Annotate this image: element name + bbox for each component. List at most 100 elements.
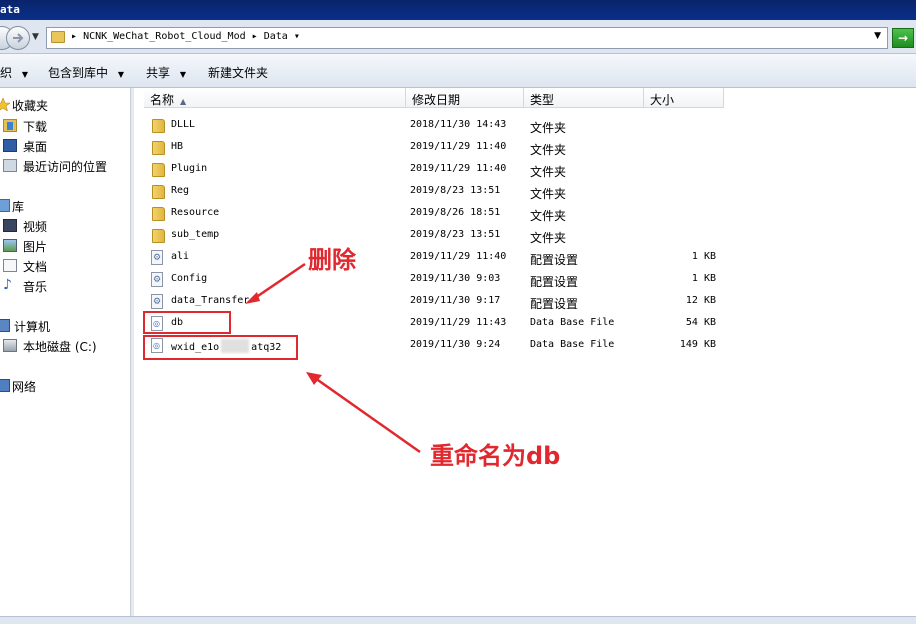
highlight-box-db (143, 311, 231, 334)
file-type: 文件夹 (530, 209, 567, 223)
file-type: 文件夹 (530, 231, 567, 245)
status-bar (0, 616, 916, 624)
new-folder-button[interactable]: 新建文件夹 (208, 64, 268, 81)
file-type: 配置设置 (530, 253, 579, 267)
video-icon (3, 219, 17, 232)
file-row[interactable]: db2019/11/29 11:43Data Base File54 KB (134, 313, 916, 335)
forward-arrow-icon (13, 33, 24, 43)
folder-icon (152, 141, 165, 155)
organize-menu[interactable]: 织 ▼ (0, 64, 28, 81)
file-modified: 2018/11/30 14:43 (410, 119, 507, 130)
file-modified: 2019/11/30 9:17 (410, 295, 501, 306)
window-titlebar: ata (0, 0, 916, 20)
file-modified: 2019/11/30 9:03 (410, 273, 501, 284)
column-header-name[interactable]: 名称 ▲ (144, 88, 406, 108)
file-modified: 2019/8/26 18:51 (410, 207, 501, 218)
column-header-type[interactable]: 类型 (524, 88, 644, 108)
address-field[interactable]: ▸ NCNK_WeChat_Robot_Cloud_Mod ▸ Data ▾ ▼ (46, 27, 888, 49)
file-size: 1 KB (691, 273, 716, 284)
file-size: 54 KB (685, 317, 716, 328)
sidebar-item-label: 文档 (23, 260, 48, 274)
address-bar: ▼ ▸ NCNK_WeChat_Robot_Cloud_Mod ▸ Data ▾… (0, 20, 916, 54)
file-row[interactable]: HB 2019/11/29 11:40 文件夹 (134, 137, 916, 159)
config-file-icon (151, 272, 163, 287)
file-modified: 2019/8/23 13:51 (410, 185, 501, 196)
file-row[interactable]: data_Transfer 2019/11/30 9:17 配置设置 12 KB (134, 291, 916, 313)
file-type: 文件夹 (530, 143, 567, 157)
sort-ascending-icon: ▲ (180, 97, 187, 106)
column-type-label: 类型 (530, 93, 555, 107)
music-icon: ♪ (3, 277, 12, 293)
file-name: Plugin (171, 163, 208, 174)
sidebar-item-label: 桌面 (23, 140, 48, 154)
breadcrumb[interactable]: ▸ NCNK_WeChat_Robot_Cloud_Mod ▸ Data ▾ (71, 31, 300, 42)
go-button[interactable]: → (892, 28, 914, 48)
annotation-rename: 重命名为db (430, 442, 561, 470)
file-type: 文件夹 (530, 121, 567, 135)
chevron-down-icon: ▼ (179, 70, 186, 79)
file-type: 文件夹 (530, 165, 567, 179)
file-row[interactable]: Resource 2019/8/26 18:51 文件夹 (134, 203, 916, 225)
file-row[interactable]: Reg 2019/8/23 13:51 文件夹 (134, 181, 916, 203)
file-name: Reg (171, 185, 190, 196)
include-library-label: 包含到库中 (48, 66, 109, 80)
breadcrumb-leaf-arrow[interactable]: ▾ (294, 31, 300, 42)
folder-icon (152, 163, 165, 177)
folder-icon (152, 119, 165, 133)
sidebar-item-label: 收藏夹 (12, 99, 49, 113)
sidebar-item-label: 本地磁盘 (C:) (23, 340, 97, 354)
column-modified-label: 修改日期 (412, 93, 461, 107)
sidebar-item-label: 计算机 (14, 320, 51, 334)
download-icon (3, 119, 17, 132)
file-row[interactable]: DLLL 2018/11/30 14:43 文件夹 (134, 115, 916, 137)
sidebar-item-label: 图片 (23, 240, 48, 254)
file-modified: 2019/11/29 11:40 (410, 251, 507, 262)
file-size: 149 KB (679, 339, 716, 350)
forward-button[interactable] (6, 26, 30, 50)
file-type: 配置设置 (530, 297, 579, 311)
share-label: 共享 (146, 66, 171, 80)
breadcrumb-leaf[interactable]: Data (264, 31, 288, 42)
network-icon (0, 379, 10, 392)
include-library-menu[interactable]: 包含到库中 ▼ (48, 64, 124, 81)
history-dropdown-icon[interactable]: ▼ (32, 32, 39, 42)
column-size-label: 大小 (650, 93, 675, 107)
breadcrumb-sep: ▸ (71, 31, 78, 42)
breadcrumb-sep: ▸ (251, 31, 258, 42)
share-menu[interactable]: 共享 ▼ (146, 64, 186, 81)
file-name: HB (171, 141, 184, 152)
document-icon (3, 259, 17, 272)
file-type: Data Base File (530, 317, 615, 328)
file-row[interactable]: Config 2019/11/30 9:03 配置设置 1 KB (134, 269, 916, 291)
file-modified: 2019/11/30 9:24 (410, 339, 501, 350)
address-dropdown-icon[interactable]: ▼ (874, 31, 881, 41)
picture-icon (3, 239, 17, 252)
column-name-label: 名称 (150, 93, 175, 107)
window-title: ata (0, 3, 20, 16)
sidebar-item-label: 库 (12, 200, 25, 214)
column-header-modified[interactable]: 修改日期 (406, 88, 524, 108)
file-row[interactable]: sub_temp 2019/8/23 13:51 文件夹 (134, 225, 916, 247)
file-type: Data Base File (530, 339, 615, 350)
file-modified: 2019/11/29 11:40 (410, 141, 507, 152)
highlight-box-wxid (143, 335, 298, 360)
file-name: Resource (171, 207, 220, 218)
file-type: 文件夹 (530, 187, 567, 201)
file-modified: 2019/11/29 11:40 (410, 163, 507, 174)
file-type: 配置设置 (530, 275, 579, 289)
file-row[interactable]: ali 2019/11/29 11:40 配置设置 1 KB (134, 247, 916, 269)
new-folder-label: 新建文件夹 (208, 66, 269, 80)
folder-icon (152, 185, 165, 199)
file-name: ali (171, 251, 190, 262)
disk-icon (3, 339, 17, 352)
breadcrumb-root[interactable]: NCNK_WeChat_Robot_Cloud_Mod (83, 31, 246, 42)
recent-icon (3, 159, 17, 172)
file-name: DLLL (171, 119, 196, 130)
folder-icon (152, 207, 165, 221)
sidebar-item-label: 视频 (23, 220, 48, 234)
file-modified: 2019/11/29 11:43 (410, 317, 507, 328)
folder-icon (152, 229, 165, 243)
file-name: Config (171, 273, 208, 284)
column-header-size[interactable]: 大小 (644, 88, 724, 108)
file-row[interactable]: Plugin 2019/11/29 11:40 文件夹 (134, 159, 916, 181)
